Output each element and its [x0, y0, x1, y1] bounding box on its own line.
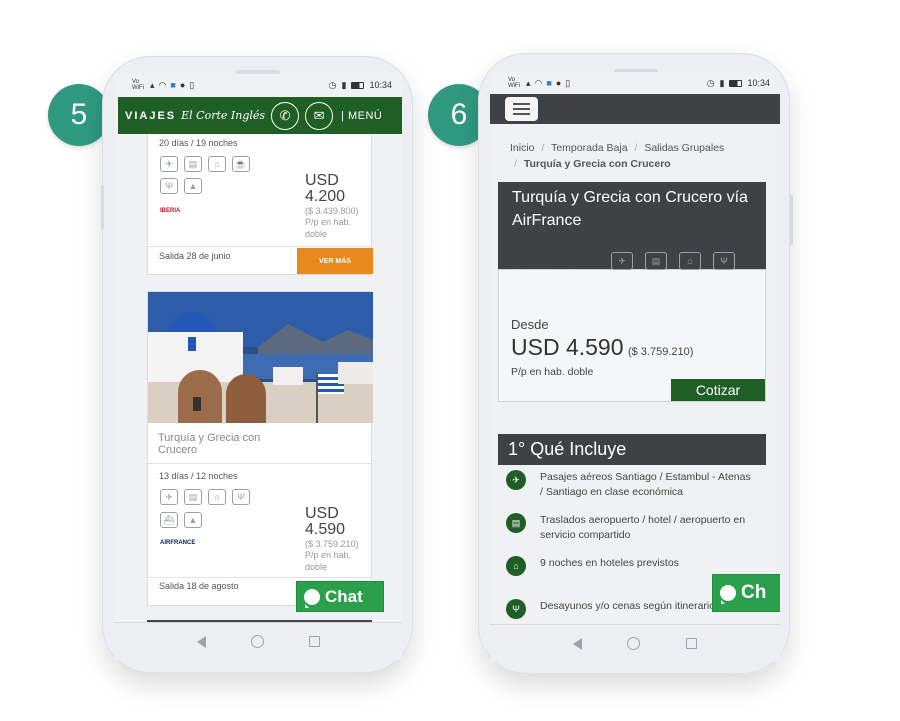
card1-price-local: ($ 3.439.800): [305, 206, 359, 216]
card2-departure: Salida 18 de agosto: [159, 581, 239, 591]
android-nav-bar: [114, 622, 402, 660]
coffee-icon: ☕: [232, 156, 250, 172]
ver-mas-button[interactable]: VER MÁS: [297, 248, 373, 274]
android-nav-bar: [490, 624, 780, 662]
home-icon[interactable]: [627, 637, 641, 650]
plane-icon: ✈: [611, 252, 633, 270]
airline-logo-airfrance: AIRFRANCE: [160, 540, 196, 546]
breadcrumb-inicio[interactable]: Inicio: [510, 142, 535, 154]
include-item: ⌂ 9 noches en hoteles previstos: [506, 556, 756, 576]
hotel-icon: ⌂: [679, 252, 701, 270]
card2-price-local: ($ 3.759.210): [305, 539, 359, 549]
trip-duration: 13 días / 12: [511, 256, 579, 271]
hotel-icon: ⌂: [506, 556, 526, 576]
breadcrumb-current: Turquía y Grecia con Crucero: [523, 158, 671, 170]
include-item: ✈ Pasajes aéreos Santiago / Estambul - A…: [506, 470, 756, 500]
card1-duration: 20 días / 19 noches: [159, 138, 238, 148]
back-icon[interactable]: [196, 635, 206, 648]
amenity-icons: ✈ ▤ ⌂ ☕: [160, 156, 250, 172]
brand-script-logo: El Corte Inglés: [181, 109, 266, 122]
page-title: Turquía y Grecia con Crucero vía AirFran…: [498, 182, 766, 246]
breadcrumb: Inicio / Temporada Baja / Salidas Grupal…: [510, 142, 725, 170]
recents-icon[interactable]: [308, 636, 320, 647]
hamburger-menu-button[interactable]: [505, 97, 538, 121]
chat-button[interactable]: Chat: [296, 581, 384, 612]
card2-duration: 13 días / 12 noches: [159, 471, 238, 481]
mail-button[interactable]: ✉: [305, 101, 334, 130]
card2-per-person: P/p en hab. doble: [305, 550, 352, 572]
phone-button[interactable]: ✆: [271, 101, 300, 130]
price-card: 13 días / 12 ✈ ▤ ⌂ Ψ Desde USD 4.590 ($ …: [498, 252, 766, 402]
chat-bubble-icon: [720, 585, 736, 604]
include-item: ▤ Traslados aeropuerto / hotel / aeropue…: [506, 513, 756, 543]
desde-label: Desde: [511, 317, 549, 332]
cruise-icon: ⛴: [160, 512, 178, 528]
envelope-icon: ✉: [313, 107, 325, 123]
chat-button[interactable]: Ch: [712, 574, 780, 612]
phone-icon: ✆: [279, 107, 291, 123]
mountain-icon: ▲: [184, 178, 202, 194]
bus-icon: ▤: [645, 252, 667, 270]
plane-icon: ✈: [160, 156, 178, 172]
bus-icon: ▤: [184, 156, 202, 172]
site-header: VIAJES El Corte Inglés ✆ ✉ | MENÚ: [118, 97, 402, 134]
hotel-icon: ⌂: [208, 489, 226, 505]
chat-label: Ch: [741, 582, 767, 603]
section-header-includes: 1° Qué Incluye: [498, 434, 766, 465]
plane-icon: ✈: [506, 470, 526, 490]
chat-label: Chat: [325, 586, 363, 606]
airline-logo-iberia: IBERIA: [160, 208, 181, 214]
step-badge-5: 5: [48, 84, 110, 146]
battery-icon: [729, 79, 743, 87]
back-icon[interactable]: [572, 637, 582, 650]
meals-icon: Ψ: [160, 178, 178, 194]
price: USD 4.590: [511, 334, 624, 360]
bus-icon: ▤: [184, 489, 202, 505]
bus-icon: ▤: [506, 513, 526, 533]
screen-right: Vo WiFi ▴ ◠ ■ ● ▯ ◷ ▮ 10:34 Inicio / Temporada …: [490, 72, 780, 662]
card1-per-person: P/p en hab. doble: [305, 217, 352, 239]
brand-logo[interactable]: VIAJES: [125, 110, 176, 122]
santorini-image: [148, 292, 373, 423]
card2-price: 4.590: [305, 521, 346, 538]
trip-card-1: 20 días / 19 noches ✈ ▤ ⌂ ☕ Ψ ▲ USD 4.20…: [147, 134, 373, 275]
meals-icon: Ψ: [506, 599, 526, 619]
per-person-note: P/p en hab. doble: [511, 366, 594, 378]
card2-title[interactable]: Turquía y Grecia con Crucero: [158, 432, 278, 456]
chat-bubble-icon: [304, 588, 320, 608]
trip-card-2[interactable]: Turquía y Grecia con Crucero 13 días / 1…: [147, 291, 373, 606]
recents-icon[interactable]: [686, 638, 698, 649]
clock: 10:34: [747, 78, 770, 88]
breadcrumb-salidas-grupales[interactable]: Salidas Grupales: [644, 142, 724, 154]
meals-icon: Ψ: [713, 252, 735, 270]
card1-price: 4.200: [305, 188, 346, 205]
mountain-icon: ▲: [184, 512, 202, 528]
menu-button[interactable]: | MENÚ: [341, 110, 382, 122]
card1-departure: Salida 28 de junio: [159, 251, 231, 261]
plane-icon: ✈: [160, 489, 178, 505]
clock: 10:34: [369, 80, 392, 90]
hotel-icon: ⌂: [208, 156, 226, 172]
home-icon[interactable]: [250, 635, 264, 648]
price-local: ($ 3.759.210): [627, 346, 694, 358]
battery-icon: [351, 81, 365, 89]
status-bar: Vo WiFi ▴ ◠ ■ ● ▯ ◷ ▮ 10:34: [132, 79, 392, 91]
breadcrumb-temporada-baja[interactable]: Temporada Baja: [551, 142, 627, 154]
screen-left: Vo WiFi ▴ ◠ ■ ● ▯ ◷ ▮ 10:34 VIAJES El Corte Ing…: [114, 74, 402, 660]
status-bar: Vo WiFi ▴ ◠ ■ ● ▯ ◷ ▮ 10:34: [508, 77, 770, 89]
meals-icon: Ψ: [232, 489, 250, 505]
cotizar-button[interactable]: Cotizar: [671, 379, 765, 401]
